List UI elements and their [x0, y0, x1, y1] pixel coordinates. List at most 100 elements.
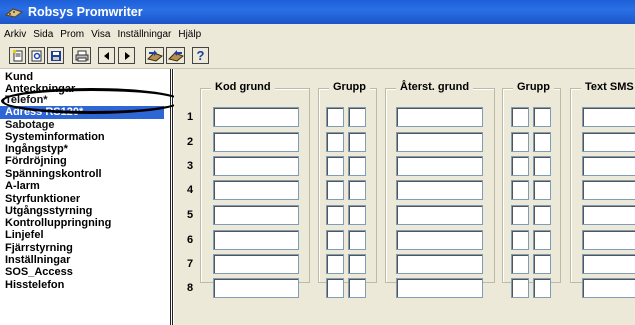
row-number: 6 [187, 234, 194, 246]
grupp-1b-field[interactable] [348, 254, 366, 274]
sidebar-item-a-larm[interactable]: A-larm [5, 180, 40, 192]
menu-prom[interactable]: Prom [57, 29, 87, 40]
sidebar-item-sabotage[interactable]: Sabotage [5, 119, 55, 131]
receive-icon [167, 49, 184, 62]
sidebar-item-hisstelefon[interactable]: Hisstelefon [5, 279, 64, 291]
sidebar-item-telefon[interactable]: Telefon* [5, 94, 48, 106]
row-number: 8 [187, 282, 194, 294]
save-button[interactable] [47, 47, 64, 64]
menu-hjalp[interactable]: Hjälp [175, 29, 204, 40]
grupp-2a-field[interactable] [511, 107, 529, 127]
group-label-grupp-2: Grupp [513, 81, 554, 93]
row-number: 7 [187, 258, 194, 270]
aterst-grund-field[interactable] [396, 180, 483, 200]
grupp-1b-field[interactable] [348, 230, 366, 250]
grupp-2a-field[interactable] [511, 254, 529, 274]
print-button[interactable] [72, 47, 91, 64]
grupp-1a-field[interactable] [326, 278, 344, 298]
row-number: 5 [187, 209, 194, 221]
kod-grund-field[interactable] [213, 132, 299, 152]
grupp-1a-field[interactable] [326, 180, 344, 200]
text-sms-field[interactable] [582, 254, 635, 274]
grupp-1b-field[interactable] [348, 180, 366, 200]
grupp-1b-field[interactable] [348, 278, 366, 298]
kod-grund-field[interactable] [213, 254, 299, 274]
sidebar-item-sos-access[interactable]: SOS_Access [5, 266, 73, 278]
text-sms-field[interactable] [582, 180, 635, 200]
text-sms-field[interactable] [582, 230, 635, 250]
help-button[interactable]: ? [192, 47, 209, 64]
preview-icon [31, 50, 41, 61]
grupp-2b-field[interactable] [533, 230, 551, 250]
aterst-grund-field[interactable] [396, 230, 483, 250]
grupp-1b-field[interactable] [348, 107, 366, 127]
aterst-grund-field[interactable] [396, 205, 483, 225]
new-button[interactable] [9, 47, 26, 64]
sidebar-item-kontrolluppringning[interactable]: Kontrolluppringning [5, 217, 111, 229]
grupp-1b-field[interactable] [348, 205, 366, 225]
text-sms-field[interactable] [582, 278, 635, 298]
sidebar-item-utgangsstyrning[interactable]: Utgångsstyrning [5, 205, 92, 217]
grupp-2b-field[interactable] [533, 205, 551, 225]
text-sms-field[interactable] [582, 107, 635, 127]
grupp-2b-field[interactable] [533, 254, 551, 274]
receive-button[interactable] [166, 47, 185, 64]
grupp-2a-field[interactable] [511, 132, 529, 152]
aterst-grund-field[interactable] [396, 254, 483, 274]
menu-sida[interactable]: Sida [30, 29, 56, 40]
menu-visa[interactable]: Visa [88, 29, 113, 40]
kod-grund-field[interactable] [213, 156, 299, 176]
grupp-2a-field[interactable] [511, 278, 529, 298]
grupp-2a-field[interactable] [511, 230, 529, 250]
grupp-1a-field[interactable] [326, 156, 344, 176]
grupp-1b-field[interactable] [348, 156, 366, 176]
kod-grund-field[interactable] [213, 230, 299, 250]
prev-icon [103, 51, 109, 60]
sidebar-item-styrfunktioner[interactable]: Styrfunktioner [5, 193, 80, 205]
kod-grund-field[interactable] [213, 278, 299, 298]
grupp-1a-field[interactable] [326, 132, 344, 152]
menu-installningar[interactable]: Inställningar [114, 29, 174, 40]
grupp-1a-field[interactable] [326, 107, 344, 127]
grupp-1a-field[interactable] [326, 230, 344, 250]
kod-grund-field[interactable] [213, 107, 299, 127]
kod-grund-field[interactable] [213, 180, 299, 200]
sidebar-item-installningar[interactable]: Inställningar [5, 254, 70, 266]
title-bar: Robsys Promwriter [0, 0, 635, 24]
grupp-2b-field[interactable] [533, 278, 551, 298]
sidebar-item-fjarrstyrning[interactable]: Fjärrstyrning [5, 242, 73, 254]
next-page-button[interactable] [118, 47, 135, 64]
text-sms-field[interactable] [582, 132, 635, 152]
grupp-2a-field[interactable] [511, 205, 529, 225]
sidebar-item-spanningskontroll[interactable]: Spänningskontroll [5, 168, 102, 180]
grupp-2b-field[interactable] [533, 132, 551, 152]
grupp-2b-field[interactable] [533, 107, 551, 127]
row-number: 1 [187, 111, 194, 123]
aterst-grund-field[interactable] [396, 278, 483, 298]
sidebar-item-kund[interactable]: Kund [5, 71, 33, 83]
grupp-1a-field[interactable] [326, 205, 344, 225]
aterst-grund-field[interactable] [396, 132, 483, 152]
group-label-grupp-1: Grupp [329, 81, 370, 93]
text-sms-field[interactable] [582, 156, 635, 176]
transfer-button[interactable] [145, 47, 164, 64]
aterst-grund-field[interactable] [396, 156, 483, 176]
text-sms-field[interactable] [582, 205, 635, 225]
sidebar-item-linjefel[interactable]: Linjefel [5, 229, 44, 241]
grupp-1a-field[interactable] [326, 254, 344, 274]
menu-arkiv[interactable]: Arkiv [1, 29, 29, 40]
row-number: 2 [187, 136, 194, 148]
sidebar-item-ingangstyp[interactable]: Ingångstyp* [5, 143, 68, 155]
aterst-grund-field[interactable] [396, 107, 483, 127]
grupp-1b-field[interactable] [348, 132, 366, 152]
grupp-2a-field[interactable] [511, 156, 529, 176]
preview-button[interactable] [28, 47, 45, 64]
kod-grund-field[interactable] [213, 205, 299, 225]
sidebar-item-adress-rs120[interactable]: Adress RS120* [0, 106, 164, 119]
grupp-2a-field[interactable] [511, 180, 529, 200]
sidebar-item-systeminformation[interactable]: Systeminformation [5, 131, 105, 143]
prev-page-button[interactable] [98, 47, 115, 64]
sidebar-item-fordrojning[interactable]: Fördröjning [5, 155, 67, 167]
grupp-2b-field[interactable] [533, 156, 551, 176]
grupp-2b-field[interactable] [533, 180, 551, 200]
